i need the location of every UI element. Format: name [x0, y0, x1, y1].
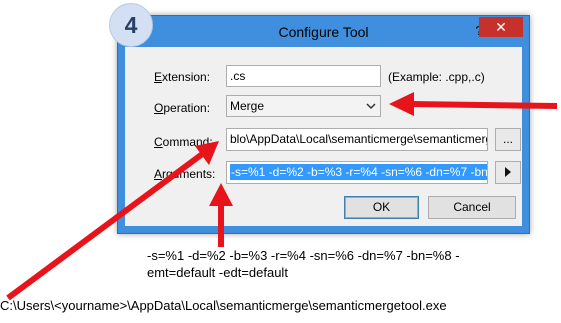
arguments-menu-button[interactable]: [495, 161, 521, 184]
command-path-caption: C:\Users\<yourname>\AppData\Local\semant…: [0, 298, 447, 313]
arguments-caption: -s=%1 -d=%2 -b=%3 -r=%4 -sn=%6 -dn=%7 -b…: [147, 247, 547, 281]
chevron-down-icon: [366, 96, 376, 124]
extension-field[interactable]: .cs: [226, 65, 381, 87]
extension-label: Extension:: [154, 70, 211, 84]
dialog-title: Configure Tool: [278, 24, 369, 40]
cancel-button[interactable]: Cancel: [428, 196, 516, 219]
arguments-caption-line2: emt=default -edt=default: [147, 265, 288, 280]
ok-button[interactable]: OK: [344, 196, 419, 219]
command-label: Command:: [154, 135, 213, 149]
command-field[interactable]: blo\AppData\Local\semanticmerge\semantic…: [226, 128, 488, 151]
arguments-caption-line1: -s=%1 -d=%2 -b=%3 -r=%4 -sn=%6 -dn=%7 -b…: [147, 248, 460, 263]
operation-value: Merge: [230, 99, 265, 113]
step-number-badge: 4: [109, 3, 153, 47]
arguments-selected-text: -s=%1 -d=%2 -b=%3 -r=%4 -sn=%6 -dn=%7 -b…: [230, 164, 488, 180]
extension-example-label: (Example: .cpp,.c): [388, 70, 485, 84]
close-button[interactable]: ✕: [479, 17, 523, 37]
operation-select[interactable]: Merge: [226, 95, 381, 117]
configure-tool-dialog: Configure Tool ? ✕ Extension: .cs (Examp…: [117, 15, 530, 234]
arguments-label: Arguments:: [154, 167, 216, 181]
arguments-field[interactable]: -s=%1 -d=%2 -b=%3 -r=%4 -sn=%6 -dn=%7 -b…: [226, 161, 488, 184]
browse-button[interactable]: ...: [495, 128, 521, 151]
dialog-client-area: Extension: .cs (Example: .cpp,.c) Operat…: [125, 47, 522, 226]
operation-label: Operation:: [154, 101, 211, 115]
triangle-right-icon: [503, 167, 513, 185]
title-bar: Configure Tool ? ✕: [118, 16, 529, 47]
